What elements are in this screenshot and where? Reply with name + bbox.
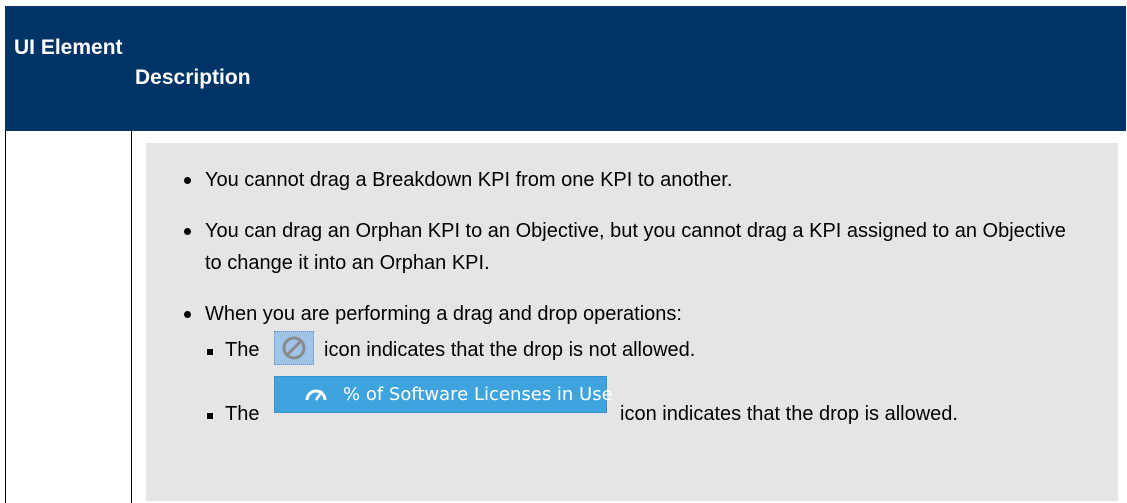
kpi-icon-label: % of Software Licenses in Use <box>343 384 613 405</box>
bullet-text: You cannot drag a Breakdown KPI from one… <box>205 169 733 191</box>
sub-bullet-suffix: icon indicates that the drop is allowed. <box>620 403 958 425</box>
sub-bullet-prefix: The <box>225 339 260 361</box>
ui-element-table: UI Element Description You cannot drag a… <box>5 6 1126 503</box>
gauge-icon <box>305 389 327 401</box>
no-drop-icon <box>274 331 314 365</box>
bullet-dot <box>184 228 191 235</box>
table-header: UI Element Description <box>5 6 1126 131</box>
bullet-dot <box>184 311 191 318</box>
header-description: Description <box>135 66 251 89</box>
header-ui-element: UI Element <box>14 36 123 59</box>
sub-bullet-suffix: icon indicates that the drop is not allo… <box>324 339 696 361</box>
bullet-text: When you are performing a drag and drop … <box>205 303 682 325</box>
description-note: You cannot drag a Breakdown KPI from one… <box>146 143 1118 501</box>
kpi-gauge-icon: % of Software Licenses in Use <box>274 376 613 413</box>
sub-bullet-square <box>207 413 213 419</box>
sub-bullet-square <box>207 349 213 355</box>
sub-bullet-prefix: The <box>225 403 260 425</box>
bullet-text: You can drag an Orphan KPI to an Objecti… <box>205 220 1066 274</box>
table-row: You cannot drag a Breakdown KPI from one… <box>5 131 1126 503</box>
bullet-dot <box>184 177 191 184</box>
column-divider <box>131 131 132 503</box>
